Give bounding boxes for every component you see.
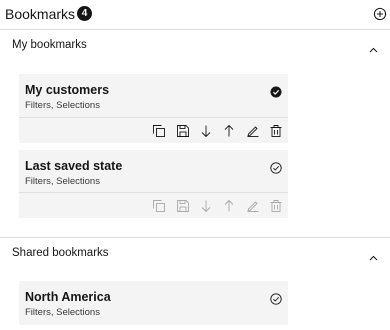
section-label: My bookmarks (12, 39, 87, 51)
move-down-button[interactable] (200, 200, 212, 213)
chevron-up-icon (369, 47, 378, 53)
bookmark-toolbar (19, 117, 288, 143)
add-bookmark-button[interactable] (373, 7, 387, 21)
edit-icon (247, 126, 259, 137)
arrow-down-icon (201, 200, 211, 213)
bookmark-name: Last saved state (25, 159, 123, 173)
collapse-section-button[interactable] (368, 249, 379, 261)
save-icon (177, 125, 189, 137)
section-shared-bookmarks[interactable]: Shared bookmarks (0, 238, 390, 270)
arrow-up-icon (224, 124, 234, 137)
applied-button[interactable] (270, 85, 282, 98)
chevron-up-icon (369, 255, 378, 261)
delete-icon (270, 125, 282, 137)
bookmark-name: North America (25, 290, 111, 304)
add-circle-icon (373, 7, 387, 21)
edit-icon (247, 201, 259, 212)
move-down-button[interactable] (200, 125, 212, 138)
delete-icon (270, 200, 282, 212)
delete-button[interactable] (270, 200, 282, 212)
bookmark-subtitle: Filters, Selections (25, 307, 100, 318)
bookmark-subtitle: Filters, Selections (25, 100, 100, 111)
edit-button[interactable] (247, 200, 259, 212)
apply-button[interactable] (270, 292, 282, 305)
panel-header: Bookmarks 4 (0, 0, 390, 30)
bookmark-subtitle: Filters, Selections (25, 176, 100, 187)
save-icon (177, 200, 189, 212)
edit-button[interactable] (247, 125, 259, 137)
bookmark-card[interactable]: Last saved state Filters, Selections (19, 150, 288, 218)
delete-button[interactable] (270, 125, 282, 137)
apply-button[interactable] (270, 161, 282, 174)
checkmark-outline-icon (270, 293, 282, 305)
checkmark-outline-icon (270, 162, 282, 174)
duplicate-button[interactable] (153, 125, 165, 137)
bookmark-toolbar (19, 192, 288, 218)
move-up-button[interactable] (223, 124, 235, 137)
bookmark-name: My customers (25, 83, 110, 97)
save-button[interactable] (177, 200, 189, 212)
bookmark-count-badge: 4 (77, 6, 92, 21)
section-label: Shared bookmarks (12, 247, 109, 259)
collapse-section-button[interactable] (368, 41, 379, 53)
save-button[interactable] (177, 125, 189, 137)
copy-icon (153, 125, 165, 137)
bookmark-card[interactable]: My customers Filters, Selections (19, 74, 288, 143)
bookmark-card[interactable]: North America Filters, Selections (19, 281, 288, 325)
arrow-down-icon (201, 125, 211, 138)
copy-icon (153, 200, 165, 212)
move-up-button[interactable] (223, 199, 235, 212)
arrow-up-icon (224, 199, 234, 212)
panel-title: Bookmarks (5, 6, 76, 22)
checkmark-filled-icon (270, 86, 282, 98)
section-my-bookmarks[interactable]: My bookmarks (0, 30, 390, 62)
duplicate-button[interactable] (153, 200, 165, 212)
